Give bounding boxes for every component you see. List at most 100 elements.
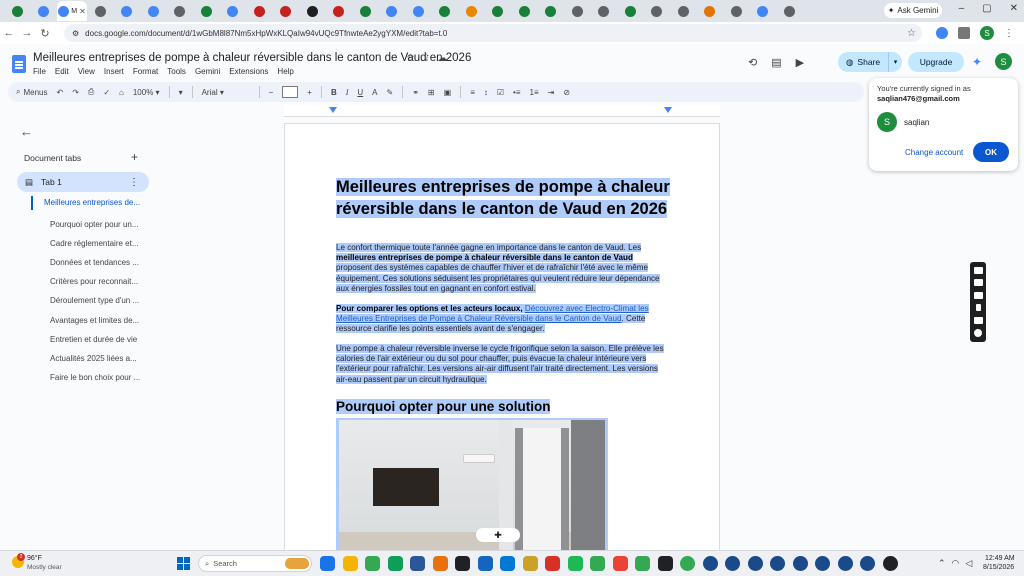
browser-tab[interactable] [167,1,194,21]
browser-tab[interactable] [352,1,379,21]
add-tab-icon[interactable]: + [131,150,138,164]
outline-item[interactable]: Pourquoi opter pour un... [50,220,139,229]
move-folder-icon[interactable]: ⇪ [422,53,430,64]
document-tab-1[interactable]: ▤ Tab 1 ⋮ [17,172,149,192]
taskbar-app-icon[interactable] [815,556,830,571]
browser-tab[interactable] [617,1,644,21]
browser-tab[interactable] [31,1,58,21]
highlight-icon[interactable]: ✎ [387,88,394,97]
cloud-status-icon[interactable]: ☁ [437,53,447,64]
browser-tab[interactable] [697,1,724,21]
site-info-icon[interactable]: ⚙ [72,29,79,38]
minimize-icon[interactable]: – [959,3,965,14]
menu-item-format[interactable]: Format [133,67,158,76]
close-outline-arrow-icon[interactable]: ← [20,124,33,139]
paragraph-compare[interactable]: Pour comparer les options et les acteurs… [336,304,666,335]
redo-icon[interactable]: ↷ [72,88,79,97]
italic-icon[interactable]: I [346,88,349,97]
clear-formatting-icon[interactable]: ⊘ [563,88,570,97]
back-icon[interactable]: ← [0,27,18,39]
menu-item-insert[interactable]: Insert [104,67,124,76]
paragraph-intro[interactable]: Le confort thermique toute l'année gagne… [336,243,666,294]
taskbar-app-icon[interactable] [882,556,898,571]
taskbar-app-icon[interactable] [342,556,358,571]
taskbar-app-icon[interactable] [477,556,493,571]
change-account-button[interactable]: Change account [905,148,963,157]
document-page[interactable]: Meilleures entreprises de pompe à chaleu… [284,123,720,553]
taskbar-search-box[interactable]: ⌕ Search [198,555,312,572]
browser-tab-active[interactable]: M ✕ [57,1,87,21]
gemini-icon[interactable]: ✦ [972,55,982,69]
weather-temperature[interactable]: 96°F [27,555,42,562]
copy-icon[interactable] [973,316,983,324]
right-indent-marker[interactable] [664,107,672,113]
outline-item[interactable]: Faire le bon choix pour ... [50,373,140,382]
clock-date[interactable]: 8/15/2026 [983,564,1014,571]
text-color-icon[interactable]: A [372,88,377,97]
taskbar-app-icon[interactable] [545,556,560,571]
browser-menu-icon[interactable]: ⋮ [1004,28,1014,39]
browser-tab[interactable] [87,1,114,21]
menu-item-view[interactable]: View [78,67,95,76]
menus-search[interactable]: ⌕ Menus [16,87,48,97]
taskbar-app-icon[interactable] [432,556,448,571]
browser-tab[interactable] [193,1,220,21]
decrease-font-icon[interactable]: − [269,88,274,97]
living-room-image[interactable]: ✚ [336,418,608,552]
outline-item[interactable]: Meilleures entreprises de... [44,198,140,207]
browser-tab[interactable] [299,1,326,21]
outline-item[interactable]: Cadre réglementaire et... [50,239,139,248]
line-spacing-icon[interactable]: ↕ [484,88,488,97]
version-history-icon[interactable]: ⟲ [748,56,757,69]
taskbar-app-icon[interactable] [725,556,740,571]
browser-tab[interactable] [246,1,273,21]
align-icon[interactable]: ≡ [470,88,475,97]
add-comment-icon[interactable]: ⊞ [428,88,435,97]
wifi-icon[interactable]: ◠ [952,558,960,569]
taskbar-app-icon[interactable] [567,556,583,571]
menu-item-file[interactable]: File [33,67,46,76]
menu-item-extensions[interactable]: Extensions [229,67,268,76]
browser-tab[interactable] [723,1,750,21]
close-icon[interactable]: ✕ [1010,3,1018,14]
taskbar-app-icon[interactable] [522,556,538,571]
zoom-select[interactable]: 100% ▾ [133,88,160,97]
browser-tab[interactable] [273,1,300,21]
weather-description[interactable]: Mostly clear [27,564,62,571]
puzzle-icon[interactable] [958,27,970,39]
taskbar-app-icon[interactable] [702,556,718,571]
browser-tab[interactable] [750,1,777,21]
browser-tab[interactable] [670,1,697,21]
browser-tab[interactable] [114,1,141,21]
tab-close-icon[interactable]: ✕ [79,7,86,16]
share-button[interactable]: ◍ Share ▾ [838,52,902,72]
meet-icon[interactable]: ▶ [796,56,804,69]
taskbar-app-icon[interactable] [500,556,515,571]
link-icon[interactable]: ⚭ [412,88,419,97]
comments-icon[interactable]: ▤ [771,56,781,69]
increase-font-icon[interactable]: + [307,88,312,97]
menu-item-tools[interactable]: Tools [167,67,186,76]
taskbar-app-icon[interactable] [612,556,628,571]
underline-icon[interactable]: U [357,88,363,97]
taskbar-app-icon[interactable] [387,556,403,571]
taskbar-app-icon[interactable] [635,556,650,571]
left-indent-marker[interactable] [329,107,337,113]
browser-tab[interactable] [485,1,512,21]
reload-icon[interactable]: ↻ [36,27,54,40]
outline-item[interactable]: Déroulement type d'un ... [50,296,139,305]
video-icon[interactable] [973,291,983,299]
tab-options-icon[interactable]: ⋮ [129,177,139,188]
extension-icon[interactable] [936,27,948,39]
print-icon[interactable]: ⎙ [88,87,94,97]
numbered-list-icon[interactable]: 1≡ [530,88,539,97]
browser-tab[interactable] [405,1,432,21]
ask-gemini-button[interactable]: ✦ Ask Gemini [884,3,942,18]
browser-tab[interactable] [564,1,591,21]
ok-button[interactable]: OK [973,142,1009,162]
taskbar-app-icon[interactable] [657,556,673,571]
camera-icon[interactable] [973,279,983,287]
outline-item[interactable]: Actualités 2025 liées a... [50,354,137,363]
browser-tab[interactable] [220,1,247,21]
volume-icon[interactable]: ◁ [965,558,972,569]
